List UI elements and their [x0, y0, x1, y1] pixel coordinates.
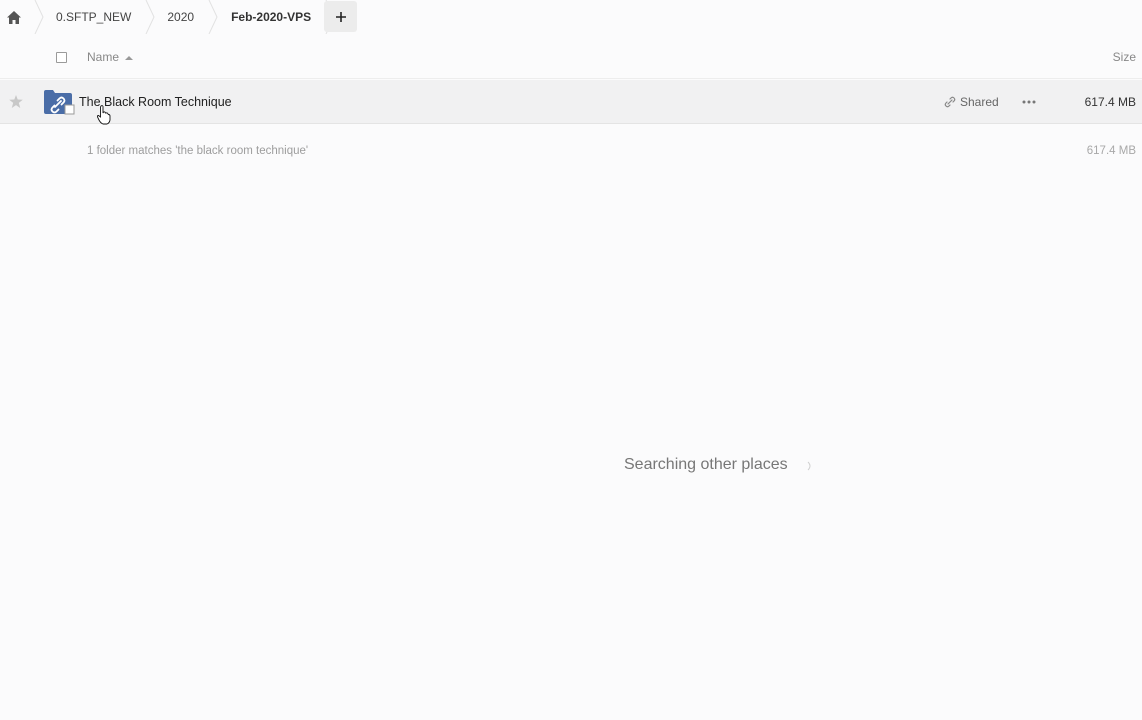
- shared-folder-icon[interactable]: [44, 90, 76, 115]
- share-button[interactable]: Shared: [944, 95, 999, 109]
- search-status-label: Searching other places: [624, 456, 788, 473]
- chevron-right-icon: [32, 0, 46, 34]
- home-button[interactable]: [2, 2, 26, 32]
- hand-cursor-icon: [96, 105, 111, 130]
- more-actions-icon[interactable]: [1021, 94, 1037, 110]
- home-icon: [7, 10, 21, 24]
- breadcrumb-item-2020[interactable]: 2020: [167, 0, 194, 34]
- size-column-label: Size: [1112, 50, 1136, 64]
- link-icon: [944, 96, 956, 108]
- summary-size: 617.4 MB: [1086, 145, 1136, 157]
- breadcrumb-item-sftp[interactable]: 0.SFTP_NEW: [56, 0, 131, 34]
- chevron-right-icon: [143, 0, 157, 34]
- loading-spinner-icon: [807, 461, 811, 471]
- search-status: Searching other places: [624, 456, 814, 474]
- favorite-star-icon[interactable]: [9, 95, 23, 113]
- breadcrumb-label: 0.SFTP_NEW: [56, 10, 132, 24]
- breadcrumb-item-feb-2020-vps[interactable]: Feb-2020-VPS: [231, 0, 311, 34]
- add-new-button[interactable]: [324, 1, 357, 32]
- sort-by-name[interactable]: Name: [87, 50, 134, 64]
- sort-by-size[interactable]: Size: [1113, 50, 1136, 64]
- shared-label: Shared: [960, 95, 999, 109]
- table-row[interactable]: The Black Room Technique Shared 617.4 MB: [0, 80, 1142, 124]
- breadcrumb: 0.SFTP_NEW 2020 Feb-2020-VPS: [0, 0, 1142, 34]
- search-summary: 1 folder matches 'the black room techniq…: [87, 145, 309, 157]
- file-size: 617.4 MB: [1084, 95, 1136, 109]
- breadcrumb-label: 2020: [167, 10, 195, 24]
- sort-ascending-icon: [125, 55, 134, 60]
- breadcrumb-label: Feb-2020-VPS: [231, 10, 312, 24]
- name-column-label: Name: [87, 50, 120, 64]
- table-header: Name Size: [0, 34, 1142, 79]
- chevron-right-icon: [206, 0, 220, 34]
- select-all-checkbox[interactable]: [56, 52, 67, 63]
- plus-icon: [335, 11, 346, 22]
